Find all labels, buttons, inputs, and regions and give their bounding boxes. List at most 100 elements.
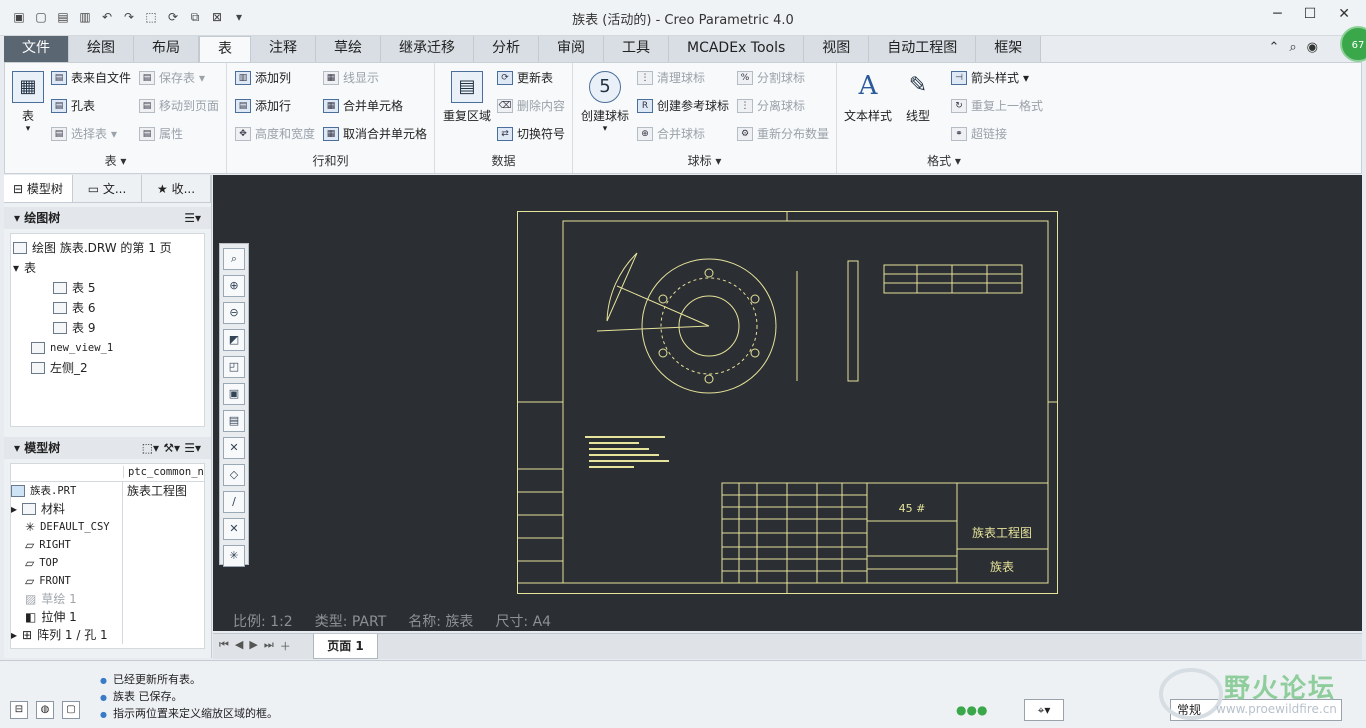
tree-node-sketch[interactable]: ▨ 草绘 1 <box>11 590 122 608</box>
tab-layout[interactable]: 布局 <box>134 36 199 62</box>
create-balloon-button[interactable]: 5 创建球标 ▾ <box>579 71 631 134</box>
tab-sketch[interactable]: 草绘 <box>316 36 381 62</box>
redistribute-quantity-button[interactable]: ⚙ 重新分布数量 <box>737 125 829 142</box>
clean-balloons-button[interactable]: ⋮ 清理球标 <box>637 69 705 86</box>
unmerge-cells-button[interactable]: ▦ 取消合并单元格 <box>323 125 427 142</box>
sheet-setup-icon[interactable]: ◇ <box>223 464 245 486</box>
tab-folder-browser[interactable]: ▭ 文... <box>73 175 142 202</box>
tree-node-sheet[interactable]: 绘图 族表.DRW 的第 1 页 <box>13 238 202 258</box>
line-display-button[interactable]: ▦ 线显示 <box>323 69 379 86</box>
tab-tools[interactable]: 工具 <box>604 36 669 62</box>
display-style-icon[interactable]: ◰ <box>223 356 245 378</box>
tab-table[interactable]: 表 <box>199 36 251 62</box>
drawing-sheet[interactable]: 45 # 族表工程图 族表 <box>517 211 1058 594</box>
last-page-icon[interactable]: ⏭ <box>264 638 274 654</box>
add-row-button[interactable]: ▤ 添加行 <box>235 97 291 114</box>
tab-file[interactable]: 文件 <box>4 36 69 62</box>
find-icon[interactable]: ⌖▾ <box>1024 699 1064 721</box>
tab-drawing[interactable]: 绘图 <box>69 36 134 62</box>
tree-node-plane[interactable]: ▱ RIGHT <box>11 536 122 554</box>
delete-content-button[interactable]: ⌫ 删除内容 <box>497 97 565 114</box>
hole-table-button[interactable]: ▤ 孔表 <box>51 97 95 114</box>
datum-display-icon[interactable]: ✕ <box>223 437 245 459</box>
properties-button[interactable]: ▤ 属性 <box>139 125 183 142</box>
tree-node-tables[interactable]: ▾ 表 <box>13 258 202 278</box>
tree-node-part[interactable]: 族表.PRT <box>11 482 122 500</box>
table-button[interactable]: ▦ 表 ▾ <box>11 71 45 134</box>
tree-node-csys[interactable]: ✳ DEFAULT_CSY <box>11 518 122 536</box>
save-table-button[interactable]: ▤ 保存表 ▾ <box>139 69 205 86</box>
arrow-style-button[interactable]: ⊣ 箭头样式 ▾ <box>951 69 1029 86</box>
split-balloon-button[interactable]: % 分割球标 <box>737 69 805 86</box>
height-width-button[interactable]: ✥ 高度和宽度 <box>235 125 315 142</box>
close-button[interactable]: ✕ <box>1338 6 1350 22</box>
tree-node-material[interactable]: ▸ 材料 <box>11 500 122 518</box>
annotation-display-icon[interactable]: ∕ <box>223 491 245 513</box>
graphics-area[interactable]: ⌕ ⊕ ⊖ ◩ ◰ ▣ ▤ ✕ ◇ ∕ ✕ ✳ 45 # 族表工程图 族表 比例… <box>213 175 1362 631</box>
line-style-button[interactable]: ✎ 线型 <box>897 71 939 124</box>
tab-mcadex[interactable]: MCADEx Tools <box>669 36 805 62</box>
create-reference-balloon-button[interactable]: R 创建参考球标 <box>637 97 729 114</box>
table-from-file-button[interactable]: ▤ 表来自文件 <box>51 69 131 86</box>
tab-view[interactable]: 视图 <box>804 36 870 62</box>
zoom-in-icon[interactable]: ⊕ <box>223 275 245 297</box>
add-column-button[interactable]: ▥ 添加列 <box>235 69 291 86</box>
add-page-icon[interactable]: ＋ <box>280 638 291 654</box>
move-to-page-button[interactable]: ▤ 移动到页面 <box>139 97 219 114</box>
tab-analysis[interactable]: 分析 <box>474 36 539 62</box>
prev-page-icon[interactable]: ◀ <box>235 638 243 654</box>
page-tab[interactable]: 页面 1 <box>313 634 378 659</box>
fullscreen-icon[interactable]: ▢ <box>62 701 80 719</box>
tree-node-table[interactable]: 表 5 <box>13 278 202 298</box>
repeat-last-format-button[interactable]: ↻ 重复上一格式 <box>951 97 1043 114</box>
expand-icon[interactable]: ▾ <box>13 258 19 278</box>
model-tree-header[interactable]: ▾ 模型树 ⬚▾ ⚒▾ ☰▾ <box>4 437 211 459</box>
collapse-ribbon-icon[interactable]: ⌃ <box>1268 40 1279 55</box>
tab-review[interactable]: 审阅 <box>539 36 604 62</box>
merge-cells-button[interactable]: ▦ 合并单元格 <box>323 97 403 114</box>
tree-node-table[interactable]: 表 9 <box>13 318 202 338</box>
model-tree-tools-icon[interactable]: ⬚▾ ⚒▾ ☰▾ <box>142 437 201 459</box>
next-page-icon[interactable]: ▶ <box>249 638 257 654</box>
zoom-out-icon[interactable]: ⊖ <box>223 302 245 324</box>
saved-views-icon[interactable]: ▣ <box>223 383 245 405</box>
tree-node-view[interactable]: new_view_1 <box>13 338 202 358</box>
csys-display-icon[interactable]: ✳ <box>223 545 245 567</box>
help-icon[interactable]: ◉ <box>1307 40 1318 55</box>
search-icon[interactable]: ⌕ <box>1289 40 1296 55</box>
avatar[interactable]: 67 <box>1340 26 1366 62</box>
maximize-button[interactable]: ☐ <box>1304 6 1317 22</box>
tab-legacy-migration[interactable]: 继承迁移 <box>381 36 474 62</box>
switch-symbol-button[interactable]: ⇄ 切换符号 <box>497 125 565 142</box>
refit-icon[interactable]: ⌕ <box>223 248 245 270</box>
group-label-format[interactable]: 格式 ▾ <box>837 152 1051 169</box>
minimize-button[interactable]: ─ <box>1273 6 1281 22</box>
repeat-region-button[interactable]: ▤ 重复区域 <box>441 71 493 124</box>
first-page-icon[interactable]: ⏮ <box>219 638 229 654</box>
repaint-icon[interactable]: ◩ <box>223 329 245 351</box>
tab-model-tree[interactable]: ⊟ 模型树 <box>4 175 73 202</box>
tab-annotate[interactable]: 注释 <box>251 36 316 62</box>
merge-balloons-button[interactable]: ⊕ 合并球标 <box>637 125 705 142</box>
group-label-table[interactable]: 表 ▾ <box>5 152 226 169</box>
detach-balloon-button[interactable]: ⋮ 分离球标 <box>737 97 805 114</box>
tree-node-view[interactable]: 左侧_2 <box>13 358 202 378</box>
drawing-tree-header[interactable]: ▾ 绘图树 ☰▾ <box>4 207 211 229</box>
update-tables-button[interactable]: ⟳ 更新表 <box>497 69 553 86</box>
tab-auto-drawing[interactable]: 自动工程图 <box>869 36 977 62</box>
hyperlink-button[interactable]: ⚭ 超链接 <box>951 125 1007 142</box>
point-display-icon[interactable]: ✕ <box>223 518 245 540</box>
tree-node-pattern[interactable]: ▸ ⊞ 阵列 1 / 孔 1 <box>11 626 122 644</box>
text-style-button[interactable]: A 文本样式 <box>841 71 895 124</box>
tree-node-plane[interactable]: ▱ FRONT <box>11 572 122 590</box>
navigator-toggle-icon[interactable]: ⊟ <box>10 701 28 719</box>
tree-settings-icon[interactable]: ☰▾ <box>184 207 201 229</box>
layers-icon[interactable]: ▤ <box>223 410 245 432</box>
tab-favorites[interactable]: ★ 收... <box>142 175 211 202</box>
browser-toggle-icon[interactable]: ◍ <box>36 701 54 719</box>
tree-node-extrude[interactable]: ◧ 拉伸 1 <box>11 608 122 626</box>
tree-node-table[interactable]: 表 6 <box>13 298 202 318</box>
tree-node-plane[interactable]: ▱ TOP <box>11 554 122 572</box>
select-table-button[interactable]: ▤ 选择表 ▾ <box>51 125 117 142</box>
group-label-balloons[interactable]: 球标 ▾ <box>573 152 836 169</box>
